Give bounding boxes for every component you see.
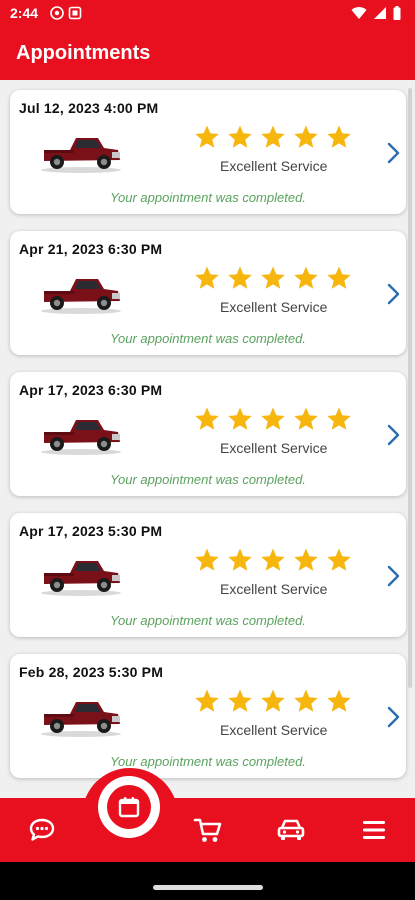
star-icon xyxy=(261,407,285,430)
rating-label: Excellent Service xyxy=(220,440,328,456)
star-icon xyxy=(261,689,285,712)
appointment-datetime: Feb 28, 2023 5:30 PM xyxy=(19,664,164,680)
appointment-card[interactable]: Apr 17, 2023 5:30 PM Excellent Service You… xyxy=(10,513,406,637)
appointment-card[interactable]: Apr 21, 2023 6:30 PM Excellent Service You… xyxy=(10,231,406,355)
system-gesture-area xyxy=(0,862,415,900)
star-icon xyxy=(195,266,219,289)
star-icon xyxy=(327,125,351,148)
star-icon xyxy=(294,266,318,289)
star-icon xyxy=(327,266,351,289)
cart-icon xyxy=(193,818,222,842)
vehicle-image xyxy=(38,412,124,456)
home-gesture-handle[interactable] xyxy=(153,885,263,890)
star-icon xyxy=(228,548,252,571)
page-title: Appointments xyxy=(16,42,151,64)
star-icon xyxy=(294,548,318,571)
star-icon xyxy=(294,125,318,148)
chat-icon xyxy=(29,818,55,841)
appointment-datetime: Apr 17, 2023 6:30 PM xyxy=(19,382,163,398)
rating-stars xyxy=(194,406,352,432)
chevron-right-icon[interactable] xyxy=(386,283,400,305)
appointment-datetime: Apr 21, 2023 6:30 PM xyxy=(19,241,163,257)
media-icon xyxy=(68,6,82,20)
appointment-status: Your appointment was completed. xyxy=(110,190,306,205)
status-left-icons xyxy=(50,6,82,20)
scrollbar[interactable] xyxy=(408,88,412,688)
bottom-nav xyxy=(0,768,415,862)
car-icon xyxy=(277,819,305,840)
vehicle-image xyxy=(38,553,124,597)
chevron-right-icon[interactable] xyxy=(386,142,400,164)
wifi-icon xyxy=(351,7,367,20)
star-icon xyxy=(228,125,252,148)
appointment-status: Your appointment was completed. xyxy=(110,472,306,487)
star-icon xyxy=(294,689,318,712)
chevron-right-icon[interactable] xyxy=(386,706,400,728)
signal-icon xyxy=(374,7,386,19)
appointment-datetime: Apr 17, 2023 5:30 PM xyxy=(19,523,163,539)
appointment-status: Your appointment was completed. xyxy=(110,754,306,769)
rating-stars xyxy=(194,265,352,291)
star-icon xyxy=(228,689,252,712)
appointment-card[interactable]: Feb 28, 2023 5:30 PM Excellent Service You… xyxy=(10,654,406,778)
appointment-datetime: Jul 12, 2023 4:00 PM xyxy=(19,100,159,116)
menu-icon xyxy=(363,821,385,839)
rating-label: Excellent Service xyxy=(220,722,328,738)
nav-chat[interactable] xyxy=(24,812,60,848)
star-icon xyxy=(195,125,219,148)
star-icon xyxy=(195,689,219,712)
star-icon xyxy=(228,266,252,289)
status-right-icons xyxy=(351,6,401,20)
battery-icon xyxy=(393,6,401,20)
app-bar: Appointments xyxy=(0,28,415,80)
rating-label: Excellent Service xyxy=(220,581,328,597)
appointment-card[interactable]: Jul 12, 2023 4:00 PM Excellent Service You… xyxy=(10,90,406,214)
appointment-status: Your appointment was completed. xyxy=(110,331,306,346)
vehicle-image xyxy=(38,130,124,174)
chevron-right-icon[interactable] xyxy=(386,565,400,587)
star-icon xyxy=(294,407,318,430)
star-icon xyxy=(228,407,252,430)
calendar-icon xyxy=(118,797,140,818)
star-icon xyxy=(261,548,285,571)
rating-stars xyxy=(194,547,352,573)
chevron-right-icon[interactable] xyxy=(386,424,400,446)
nav-cart[interactable] xyxy=(190,812,226,848)
star-icon xyxy=(327,407,351,430)
appointment-list[interactable]: Jul 12, 2023 4:00 PM Excellent Service You… xyxy=(0,80,415,798)
status-bar: 2:44 xyxy=(0,0,415,28)
vehicle-image xyxy=(38,271,124,315)
star-icon xyxy=(327,548,351,571)
star-icon xyxy=(195,548,219,571)
star-icon xyxy=(327,689,351,712)
nav-active-circle xyxy=(107,785,151,829)
nav-vehicles[interactable] xyxy=(273,812,309,848)
star-icon xyxy=(261,125,285,148)
appointment-card[interactable]: Apr 17, 2023 6:30 PM Excellent Service You… xyxy=(10,372,406,496)
star-icon xyxy=(261,266,285,289)
nav-menu[interactable] xyxy=(356,812,392,848)
notification-icon xyxy=(50,6,64,20)
appointment-status: Your appointment was completed. xyxy=(110,613,306,628)
nav-appointments[interactable] xyxy=(98,776,160,838)
rating-label: Excellent Service xyxy=(220,158,328,174)
rating-stars xyxy=(194,688,352,714)
rating-stars xyxy=(194,124,352,150)
status-time: 2:44 xyxy=(10,5,39,21)
star-icon xyxy=(195,407,219,430)
vehicle-image xyxy=(38,694,124,738)
rating-label: Excellent Service xyxy=(220,299,328,315)
